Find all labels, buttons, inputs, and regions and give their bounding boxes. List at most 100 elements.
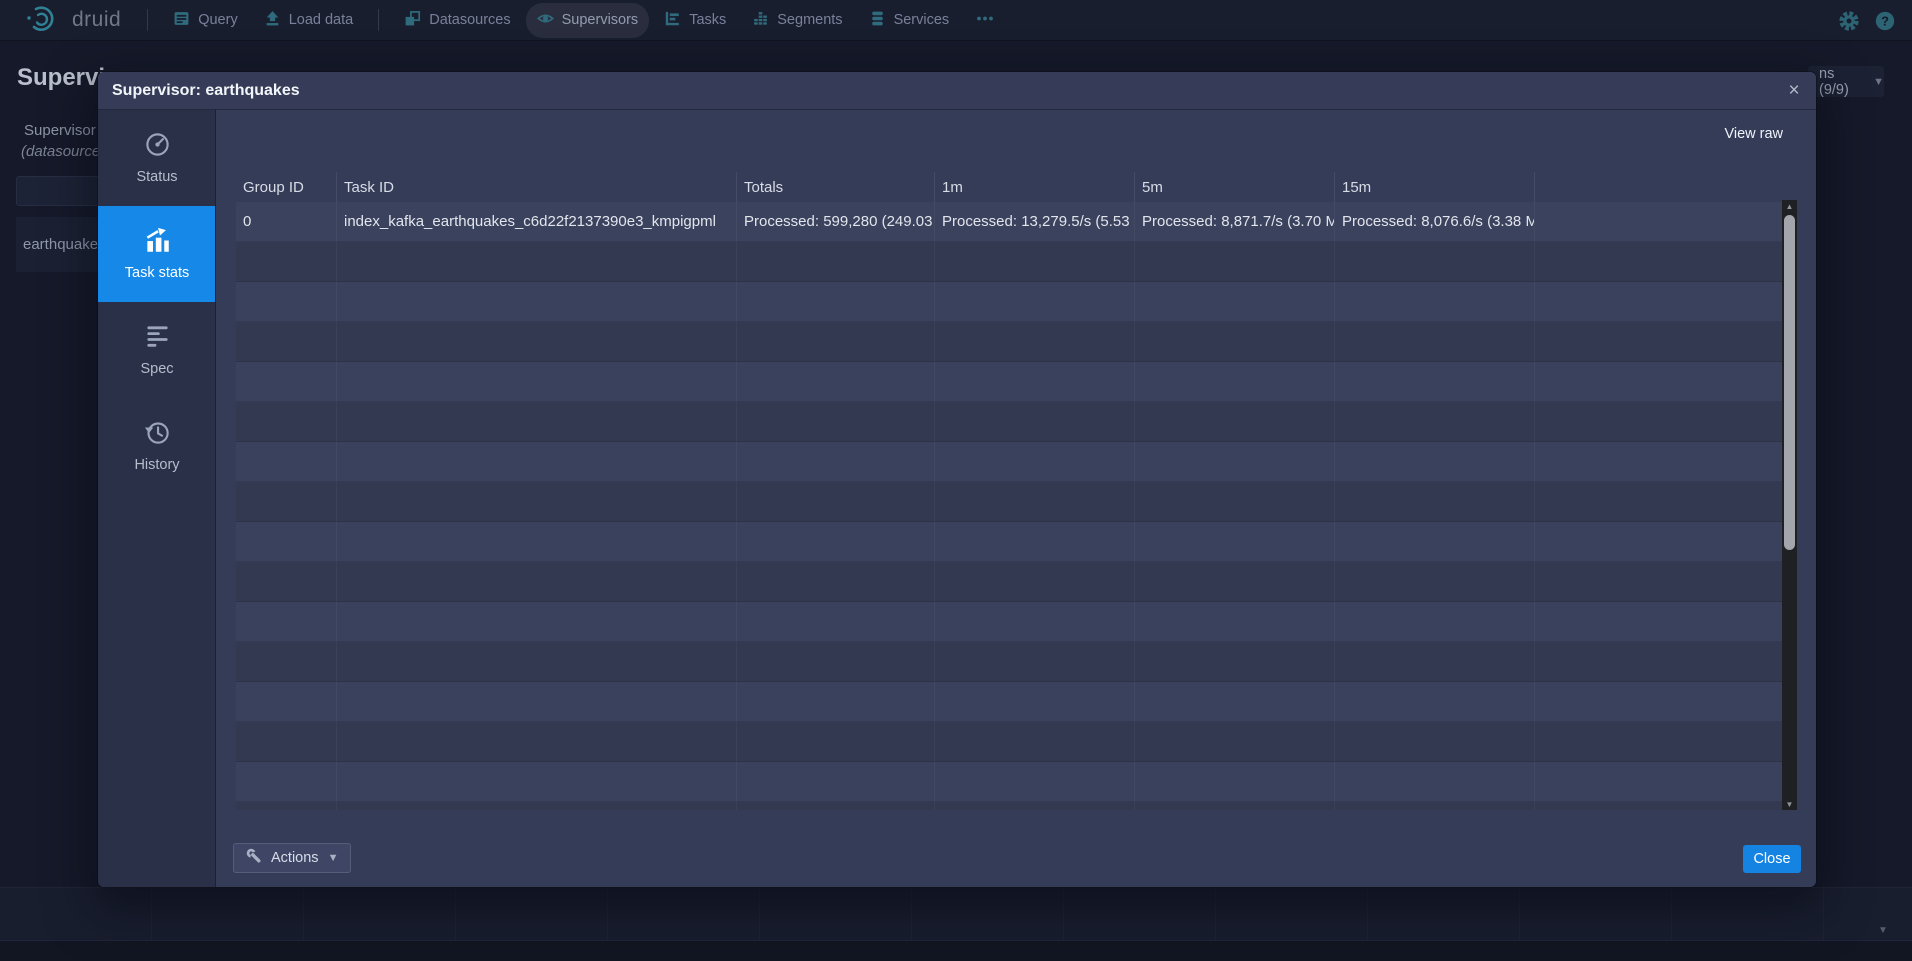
table-cell xyxy=(1334,602,1534,641)
scroll-up-icon[interactable]: ▲ xyxy=(1782,200,1797,212)
bg-table-grid xyxy=(0,887,1912,941)
nav-item-more[interactable] xyxy=(964,3,1006,38)
table-row-empty xyxy=(236,722,1782,762)
table-cell xyxy=(736,682,934,721)
nav-item-label: Services xyxy=(894,12,950,28)
column-header-totals[interactable]: Totals xyxy=(736,172,934,202)
table-cell xyxy=(1134,482,1334,521)
tab-spec[interactable]: Spec xyxy=(98,302,216,398)
table-cell xyxy=(236,482,336,521)
table-cell xyxy=(1534,762,1782,801)
table-row-empty xyxy=(236,322,1782,362)
table-cell xyxy=(336,762,736,801)
nav-divider xyxy=(378,9,379,31)
table-cell xyxy=(1534,682,1782,721)
table-cell: index_kafka_earthquakes_c6d22f2137390e3_… xyxy=(336,202,736,241)
bg-table-row[interactable]: earthquakes xyxy=(16,217,108,272)
bg-column-filter-input[interactable] xyxy=(16,176,108,206)
druid-logo[interactable]: druid xyxy=(24,2,121,39)
column-header-group-id[interactable]: Group ID xyxy=(236,172,336,202)
close-icon[interactable]: × xyxy=(1782,79,1806,103)
nav-item-tasks[interactable]: Tasks xyxy=(653,3,737,38)
dialog-title: Supervisor: earthquakes xyxy=(112,82,300,100)
table-cell xyxy=(336,682,736,721)
table-cell xyxy=(1134,322,1334,361)
table-cell xyxy=(1134,242,1334,281)
nav-item-label: Supervisors xyxy=(562,12,639,28)
table-cell xyxy=(934,362,1134,401)
table-cell xyxy=(1134,802,1334,810)
help-icon[interactable]: ? xyxy=(1874,10,1896,32)
table-cell: Processed: 13,279.5/s (5.53 MB/s) xyxy=(934,202,1134,241)
column-header-extra[interactable] xyxy=(1534,172,1782,202)
table-cell xyxy=(736,562,934,601)
services-icon xyxy=(869,10,886,31)
table-cell xyxy=(934,642,1134,681)
table-cell xyxy=(1134,762,1334,801)
segments-icon xyxy=(752,10,769,31)
table-cell xyxy=(1334,722,1534,761)
nav-item-label: Segments xyxy=(777,12,842,28)
table-cell xyxy=(236,802,336,810)
table-cell xyxy=(336,482,736,521)
bg-footer-strip xyxy=(0,941,1912,961)
table-cell xyxy=(736,522,934,561)
table-cell xyxy=(1534,282,1782,321)
table-row-empty xyxy=(236,482,1782,522)
dialog-tab-sidebar: Status Task stats Spec History xyxy=(98,110,216,887)
tab-task-stats[interactable]: Task stats xyxy=(98,206,216,302)
table-cell xyxy=(934,442,1134,481)
tab-status[interactable]: Status xyxy=(98,110,216,206)
column-header-task-id[interactable]: Task ID xyxy=(336,172,736,202)
view-raw-link[interactable]: View raw xyxy=(1724,126,1783,142)
table-row[interactable]: 0index_kafka_earthquakes_c6d22f2137390e3… xyxy=(236,202,1782,242)
druid-logo-icon xyxy=(24,2,64,39)
table-cell xyxy=(1534,402,1782,441)
table-cell xyxy=(1534,482,1782,521)
table-cell xyxy=(736,762,934,801)
table-row-empty xyxy=(236,402,1782,442)
actions-button[interactable]: Actions ▼ xyxy=(233,843,351,873)
dialog-close-button[interactable]: Close xyxy=(1743,845,1801,873)
tab-history[interactable]: History xyxy=(98,398,216,494)
table-header-row: Group IDTask IDTotals1m5m15m xyxy=(236,172,1782,202)
nav-item-supervisors[interactable]: Supervisors xyxy=(526,3,650,38)
scrollbar-thumb[interactable] xyxy=(1784,215,1795,550)
table-cell xyxy=(236,442,336,481)
supervisor-dialog: Supervisor: earthquakes × Status Task st… xyxy=(98,72,1816,887)
table-cell xyxy=(236,322,336,361)
nav-item-query[interactable]: Query xyxy=(162,3,249,38)
column-header-15m[interactable]: 15m xyxy=(1334,172,1534,202)
table-cell xyxy=(934,322,1134,361)
table-cell xyxy=(1134,522,1334,561)
nav-item-segments[interactable]: Segments xyxy=(741,3,853,38)
table-cell xyxy=(236,602,336,641)
table-cell xyxy=(336,282,736,321)
table-scrollbar[interactable]: ▲ ▼ xyxy=(1782,200,1797,810)
dialog-header: Supervisor: earthquakes × xyxy=(98,72,1816,110)
nav-item-datasources[interactable]: Datasources xyxy=(393,3,521,38)
table-cell: Processed: 599,280 (249.03 MB) xyxy=(736,202,934,241)
column-header-1m[interactable]: 1m xyxy=(934,172,1134,202)
nav-item-load-data[interactable]: Load data xyxy=(253,3,365,38)
tab-label: Status xyxy=(136,169,177,185)
table-row-empty xyxy=(236,562,1782,602)
column-header-5m[interactable]: 5m xyxy=(1134,172,1334,202)
table-cell xyxy=(736,602,934,641)
table-cell xyxy=(736,242,934,281)
table-cell xyxy=(1334,442,1534,481)
scroll-down-icon[interactable]: ▼ xyxy=(1782,798,1797,810)
gear-icon[interactable] xyxy=(1838,10,1860,32)
brand-text: druid xyxy=(72,8,121,32)
table-cell xyxy=(1534,642,1782,681)
table-cell xyxy=(336,362,736,401)
table-cell xyxy=(336,522,736,561)
table-cell xyxy=(1534,242,1782,281)
nav-item-services[interactable]: Services xyxy=(858,3,961,38)
bg-columns-dropdown[interactable]: ns (9/9) ▼ xyxy=(1808,66,1884,97)
table-cell xyxy=(1134,362,1334,401)
tasks-icon xyxy=(664,10,681,31)
query-icon xyxy=(173,10,190,31)
table-cell xyxy=(1134,442,1334,481)
table-cell xyxy=(336,722,736,761)
